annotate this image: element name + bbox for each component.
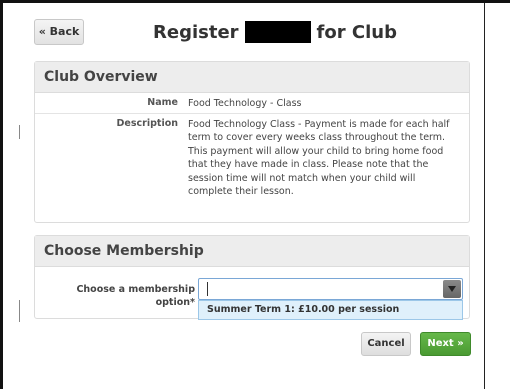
edge-divider bbox=[19, 125, 20, 139]
page-title-prefix: Register bbox=[153, 21, 239, 43]
membership-field-label: Choose a membership option* bbox=[76, 284, 195, 308]
club-name-value: Food Technology - Class bbox=[188, 98, 302, 109]
club-description-row: Description Food Technology Class - Paym… bbox=[35, 114, 469, 202]
window-frame-right bbox=[484, 3, 485, 389]
redacted-name-box bbox=[244, 21, 311, 43]
window-frame-top bbox=[0, 0, 510, 3]
next-button[interactable]: Next » bbox=[420, 332, 471, 356]
back-button[interactable]: « Back bbox=[34, 19, 84, 45]
club-overview-heading: Club Overview bbox=[35, 62, 469, 93]
membership-select[interactable] bbox=[198, 278, 463, 300]
membership-panel: Choose Membership Choose a membership op… bbox=[34, 235, 470, 320]
text-caret bbox=[207, 282, 208, 296]
edge-divider bbox=[19, 300, 20, 322]
club-description-label: Description bbox=[116, 118, 178, 129]
club-name-row: Name Food Technology - Class bbox=[35, 93, 469, 114]
page-title: Register for Club bbox=[110, 16, 440, 48]
chevron-down-icon[interactable] bbox=[443, 280, 461, 298]
window-frame-left bbox=[0, 0, 3, 389]
cancel-button[interactable]: Cancel bbox=[361, 332, 411, 356]
membership-heading: Choose Membership bbox=[35, 236, 469, 267]
club-description-value: Food Technology Class - Payment is made … bbox=[188, 119, 450, 198]
page-title-suffix: for Club bbox=[316, 21, 397, 43]
membership-option[interactable]: Summer Term 1: £10.00 per session bbox=[198, 300, 463, 320]
club-overview-panel: Club Overview Name Food Technology - Cla… bbox=[34, 61, 470, 223]
club-name-label: Name bbox=[147, 97, 178, 108]
